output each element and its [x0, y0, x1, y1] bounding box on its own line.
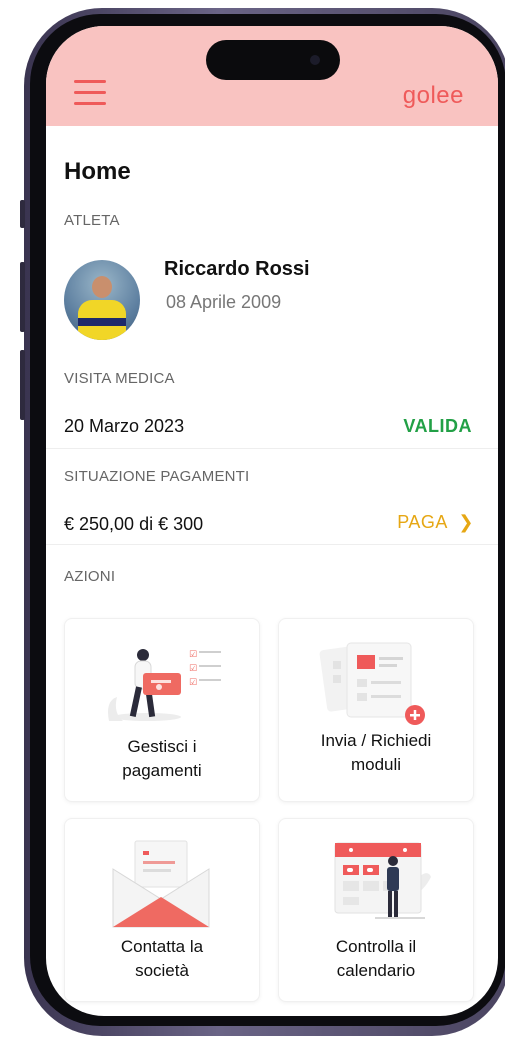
- envelope-illustration-icon: [112, 840, 210, 928]
- check-calendar-card[interactable]: Controlla il calendario: [278, 818, 474, 1002]
- phone-silent-switch: [20, 200, 25, 228]
- camera-icon: [310, 55, 320, 65]
- app-screen: golee Home ATLETA Riccardo Rossi 08 Apri…: [46, 26, 498, 1016]
- section-label-payments: SITUAZIONE PAGAMENTI: [64, 468, 250, 485]
- card-label: Gestisci i pagamenti: [122, 737, 202, 780]
- page-title: Home: [64, 158, 131, 185]
- svg-text:☑: ☑: [189, 677, 197, 687]
- athlete-name[interactable]: Riccardo Rossi: [164, 258, 310, 281]
- card-label: Contatta la società: [120, 937, 204, 980]
- brand-logo: golee: [402, 82, 464, 109]
- section-label-actions: AZIONI: [64, 568, 116, 585]
- manage-payments-card[interactable]: ☑ ☑ ☑ Gestisci i pagamenti: [64, 618, 260, 802]
- athlete-birth-date: 08 Aprile 2009: [166, 292, 282, 312]
- contact-club-card[interactable]: Contatta la società: [64, 818, 260, 1002]
- athlete-avatar[interactable]: [64, 260, 140, 340]
- section-label-athlete: ATLETA: [64, 212, 120, 229]
- svg-text:☑: ☑: [189, 649, 197, 659]
- section-label-medical: VISITA MEDICA: [64, 370, 175, 387]
- divider: [46, 544, 498, 545]
- top-bar: golee: [46, 26, 498, 126]
- svg-text:☑: ☑: [189, 663, 197, 673]
- medical-visit-date: 20 Marzo 2023: [64, 416, 185, 436]
- calendar-illustration-icon: [334, 842, 431, 919]
- divider: [46, 448, 498, 449]
- card-label: Invia / Richiedi moduli: [320, 731, 432, 774]
- chevron-right-icon: ❯: [458, 512, 474, 532]
- payment-summary: € 250,00 di € 300: [64, 514, 204, 534]
- card-label: Controlla il calendario: [335, 937, 417, 980]
- phone-volume-down: [20, 350, 25, 420]
- dynamic-island: [206, 40, 340, 80]
- pay-button-label: PAGA: [397, 512, 447, 532]
- payments-illustration-icon: ☑ ☑ ☑: [108, 649, 221, 721]
- send-request-forms-card[interactable]: Invia / Richiedi moduli: [278, 618, 474, 802]
- documents-illustration-icon: [319, 642, 425, 725]
- pay-button[interactable]: PAGA ❯: [397, 512, 474, 533]
- hamburger-icon[interactable]: [74, 80, 106, 106]
- phone-volume-up: [20, 262, 25, 332]
- medical-status-badge: VALIDA: [403, 416, 472, 436]
